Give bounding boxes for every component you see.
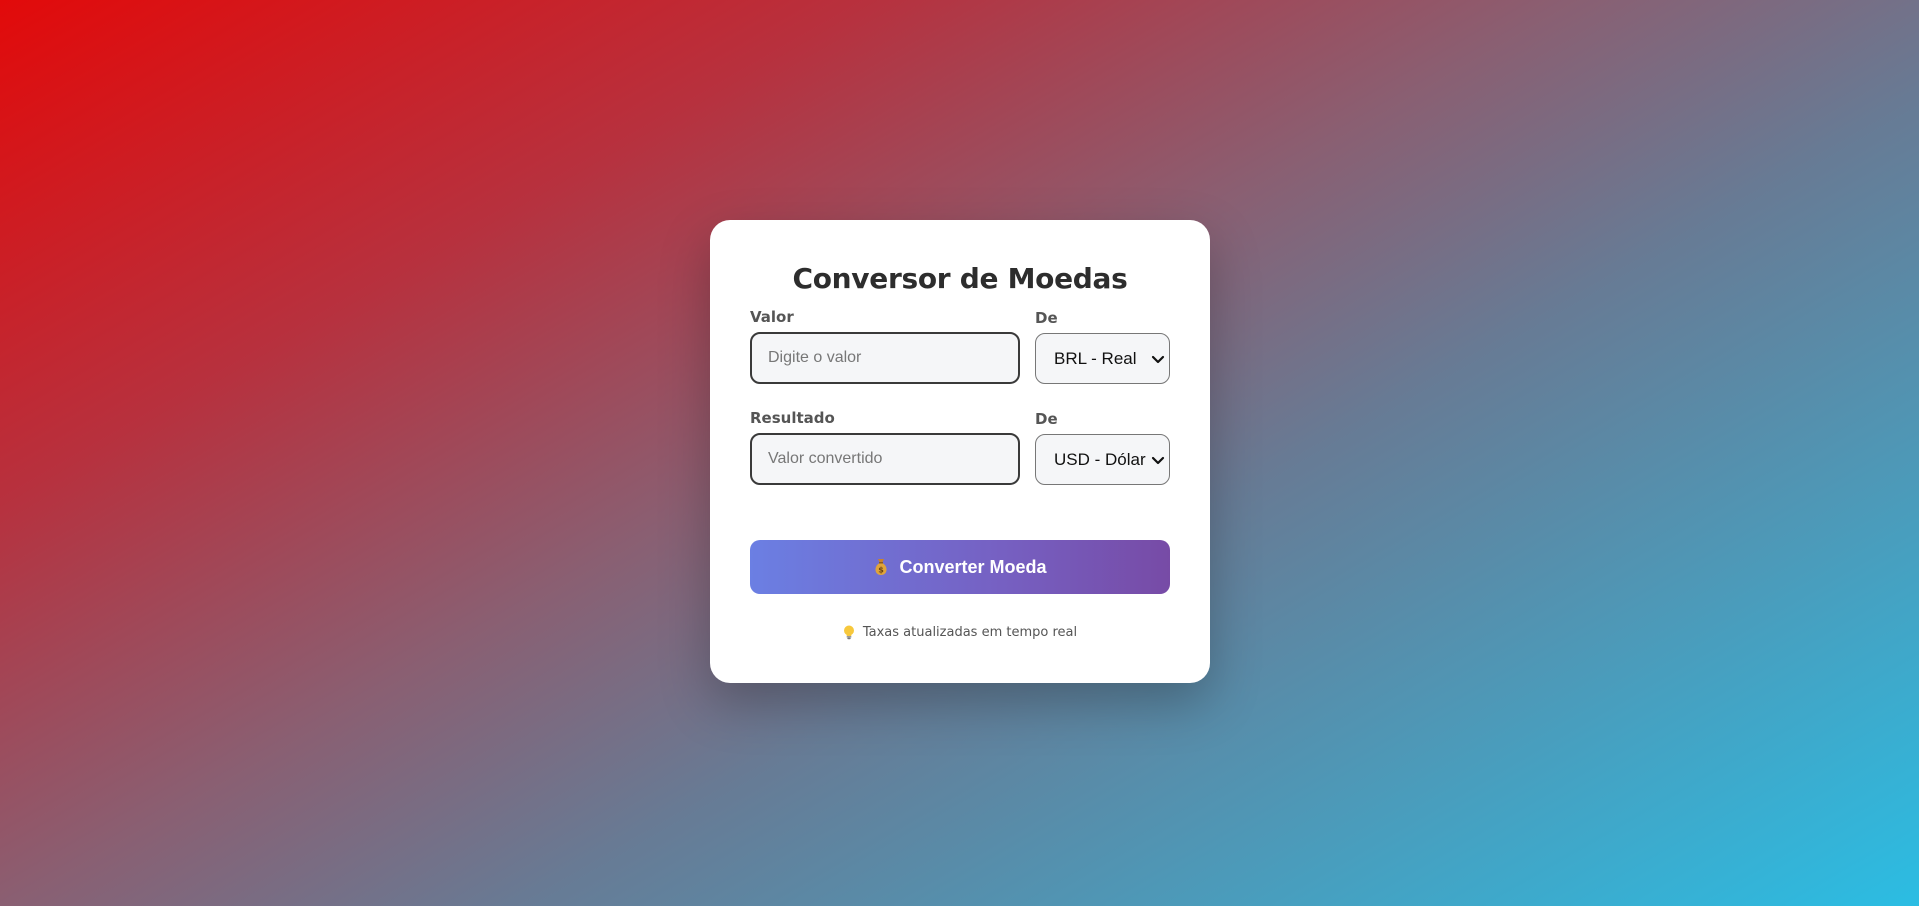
svg-text:$: $ bbox=[879, 566, 885, 575]
from-currency-value: BRL - Real bbox=[1054, 348, 1137, 368]
to-currency-select[interactable]: USD - Dólar bbox=[1035, 434, 1170, 485]
chevron-down-icon bbox=[1151, 456, 1165, 464]
to-currency-label: De bbox=[1035, 410, 1058, 428]
rate-hint-text: Taxas atualizadas em tempo real bbox=[862, 625, 1078, 640]
result-input[interactable] bbox=[750, 433, 1020, 485]
from-currency-select[interactable]: BRL - Real bbox=[1035, 333, 1170, 384]
result-label: Resultado bbox=[750, 409, 835, 427]
convert-button-label: Converter Moeda bbox=[899, 556, 1047, 577]
light-bulb-icon bbox=[843, 625, 854, 640]
chevron-down-icon bbox=[1151, 355, 1165, 363]
money-bag-icon: $ bbox=[875, 559, 888, 575]
converter-card: Conversor de Moedas Valor De BRL - Real … bbox=[710, 220, 1210, 683]
to-currency-value: USD - Dólar bbox=[1054, 449, 1146, 469]
convert-button[interactable]: $ Converter Moeda bbox=[750, 540, 1170, 594]
rate-hint: Taxas atualizadas em tempo real bbox=[710, 625, 1210, 640]
amount-label: Valor bbox=[750, 308, 794, 326]
page-title: Conversor de Moedas bbox=[792, 262, 1128, 295]
from-currency-label: De bbox=[1035, 309, 1058, 327]
amount-input[interactable] bbox=[750, 332, 1020, 384]
